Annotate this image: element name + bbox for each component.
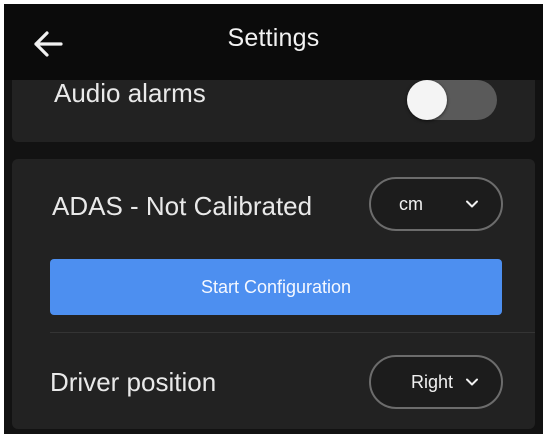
app-bar: Settings [4,4,543,80]
settings-screen: Settings Audio alarms ADAS - Not Calibra… [4,4,543,434]
driver-position-value: Right [411,371,454,392]
page-title: Settings [227,24,320,52]
driver-position-label: Driver position [50,367,217,397]
divider [50,332,535,333]
chevron-down-icon [466,200,478,208]
audio-alarms-toggle[interactable] [407,80,497,120]
unit-dropdown[interactable]: cm [369,177,503,231]
chevron-down-icon [466,378,478,386]
adas-status-label: ADAS - Not Calibrated [52,191,313,221]
unit-dropdown-value: cm [399,193,423,214]
adas-card: ADAS - Not Calibrated cm Start Configura… [12,159,535,429]
audio-alarms-label: Audio alarms [54,78,206,108]
driver-position-dropdown[interactable]: Right [369,355,503,409]
start-configuration-button[interactable]: Start Configuration [50,259,502,315]
toggle-knob [407,80,447,120]
